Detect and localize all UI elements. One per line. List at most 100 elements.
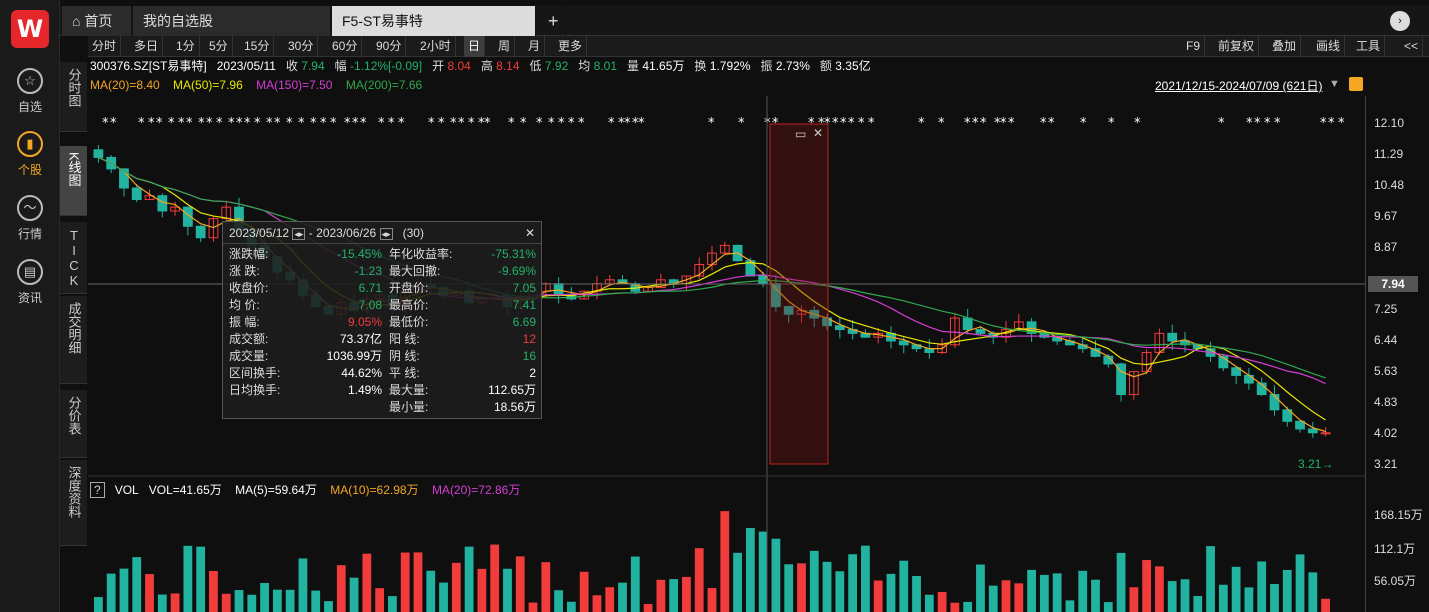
volume-bar (745, 527, 755, 612)
event-star-marker: * (980, 116, 987, 131)
candle (1167, 332, 1178, 342)
event-star-marker: * (1328, 116, 1335, 131)
event-star-marker: * (156, 116, 163, 131)
period-60min[interactable]: 60分 (328, 36, 363, 57)
range-selection-box[interactable] (769, 123, 829, 465)
period-30min[interactable]: 30分 (284, 36, 319, 57)
volume-bar (592, 595, 602, 612)
volume-bar (1027, 569, 1036, 612)
period-15min[interactable]: 15分 (240, 36, 275, 57)
vol-y-tick: 112.1万 (1374, 542, 1416, 556)
tab-watchlist[interactable]: 我的自选股 (133, 6, 331, 36)
vtab-intraday[interactable]: 分时图 (60, 62, 87, 132)
vtab-kline[interactable]: K线图 (60, 146, 87, 216)
high-value: 8.14 (496, 59, 520, 73)
event-star-marker: * (1218, 116, 1225, 131)
selection-close-icon[interactable]: ✕ (813, 126, 823, 140)
tooltip-stat-value: 9.05% (347, 315, 382, 329)
price-axis: 12.10 11.29 10.48 9.67 8.87 7.25 6.44 5.… (1365, 96, 1429, 612)
f9-button[interactable]: F9 (1182, 36, 1206, 57)
event-star-marker: * (274, 116, 281, 131)
date-range-link[interactable]: 2021/12/15-2024/07/09 (621日) (1155, 77, 1322, 94)
lock-icon[interactable] (1349, 77, 1363, 91)
maximize-icon[interactable]: ▭ (795, 127, 806, 141)
add-tab-button[interactable]: + (538, 6, 566, 36)
scroll-right-icon[interactable]: › (1390, 11, 1410, 31)
candle (975, 329, 986, 334)
vtab-trade-detail[interactable]: 成交明细 (60, 296, 87, 384)
tab-stock[interactable]: F5-ST易事特 300376.SZ✕ (332, 6, 536, 59)
volume-bar (234, 590, 244, 612)
rail-item-market[interactable]: 〜 行情 (0, 195, 60, 242)
period-intraday[interactable]: 分时 (88, 36, 122, 57)
tooltip-stat-row: 区间换手: 44.62% (229, 365, 389, 382)
collapse-button[interactable]: << (1400, 36, 1424, 57)
event-star-marker: * (918, 116, 925, 131)
period-5min[interactable]: 5分 (205, 36, 233, 57)
adjust-button[interactable]: 前复权 (1214, 36, 1260, 57)
volume-bar (988, 585, 998, 612)
volume-bar (1065, 600, 1075, 612)
tab-home-label: 首页 (84, 13, 113, 29)
volume-bar (541, 562, 551, 612)
news-icon: ▤ (17, 259, 43, 285)
range-start[interactable]: 2023/05/12 (229, 226, 289, 240)
vtab-label: TICK (66, 228, 82, 288)
period-90min[interactable]: 90分 (372, 36, 407, 57)
tooltip-stat-label: 最高价: (389, 298, 429, 312)
y-tick: 12.10 (1374, 116, 1405, 130)
overlay-button[interactable]: 叠加 (1268, 36, 1302, 57)
tools-button[interactable]: 工具 (1352, 36, 1386, 57)
tooltip-stat-value: 7.41 (512, 298, 536, 312)
volume-bar (388, 596, 397, 612)
close-value: 7.94 (301, 59, 325, 73)
candle (93, 149, 104, 158)
volume-bar (515, 556, 525, 612)
app-logo[interactable]: W (11, 10, 49, 48)
period-day[interactable]: 日 (464, 36, 486, 57)
period-more[interactable]: 更多 (554, 36, 588, 57)
tooltip-stat-label: 最大回撤: (389, 264, 441, 278)
tooltip-stat-row: 均 价: 7.08 (229, 297, 389, 314)
volume-bar (899, 560, 909, 612)
period-2h[interactable]: 2小时 (416, 36, 456, 57)
period-multi-day[interactable]: 多日 (130, 36, 164, 57)
vtab-price-table[interactable]: 分价表 (60, 390, 87, 458)
event-star-marker: * (360, 116, 367, 131)
volume-legend: ? VOL VOL=41.65万 MA(5)=59.64万 MA(10)=62.… (90, 481, 520, 499)
event-star-marker: * (558, 116, 565, 131)
help-icon[interactable]: ? (90, 482, 105, 498)
rail-item-news[interactable]: ▤ 资讯 (0, 259, 60, 306)
volume-bar (835, 571, 845, 612)
period-month[interactable]: 月 (524, 36, 546, 57)
period-week[interactable]: 周 (494, 36, 516, 57)
range-end-stepper-icon[interactable]: ◂▸ (379, 228, 393, 240)
tooltip-stat-row: 振 幅: 9.05% (229, 314, 389, 331)
event-star-marker: * (458, 116, 465, 131)
event-star-marker: * (972, 116, 979, 131)
volume-bar (707, 587, 717, 612)
tab-home[interactable]: ⌂ 首页 (62, 6, 132, 36)
vol-ma20: MA(20)=72.86万 (431, 483, 521, 497)
rail-item-stock[interactable]: ▮ 个股 (0, 131, 60, 178)
tooltip-stat-value: 6.69 (512, 315, 536, 329)
tab-watchlist-label: 我的自选股 (143, 13, 213, 29)
range-end[interactable]: 2023/06/26 (316, 226, 376, 240)
event-star-marker: * (1338, 116, 1345, 131)
vtab-label: 分价表 (66, 396, 82, 435)
rail-item-label: 自选 (17, 100, 42, 114)
volume-bar (1078, 570, 1088, 612)
vtab-tick[interactable]: TICK (60, 222, 87, 294)
tooltip-close-icon[interactable]: ✕ (525, 222, 535, 244)
rail-item-watchlist[interactable]: ☆ 自选 (0, 68, 60, 115)
period-1min[interactable]: 1分 (172, 36, 200, 57)
candle (131, 187, 142, 200)
dropdown-icon[interactable]: ▼ (1329, 78, 1340, 90)
volume-bar (656, 579, 666, 612)
vtab-depth[interactable]: 深度资料 (60, 460, 87, 546)
amplitude-value: 2.73% (775, 59, 810, 73)
volume-bar (950, 602, 960, 612)
tooltip-stat-value: 18.56万 (493, 400, 536, 414)
draw-button[interactable]: 画线 (1312, 36, 1346, 57)
range-start-stepper-icon[interactable]: ◂▸ (292, 228, 306, 240)
